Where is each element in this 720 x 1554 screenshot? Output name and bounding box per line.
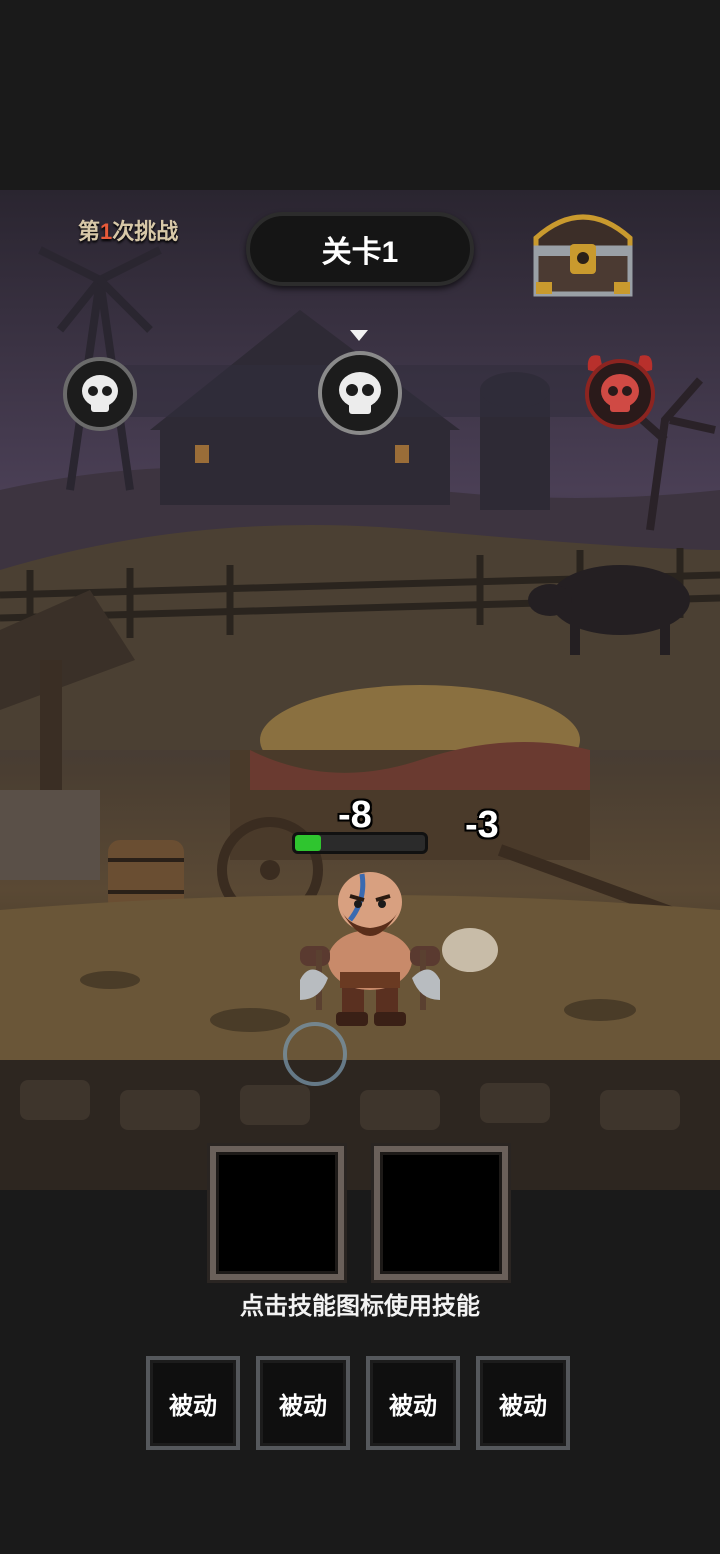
skill-usage-hint: 点击技能图标使用技能 [240, 1293, 480, 1320]
damage-number: -3 [465, 804, 499, 846]
passive-skill-slot-4[interactable]: 被动 [476, 1356, 570, 1450]
level-title: 关卡1 [246, 212, 474, 286]
active-skill-slot-1[interactable] [210, 1146, 344, 1280]
stage-node-1-skull-icon[interactable] [62, 356, 138, 432]
challenge-suffix: 次挑战 [112, 219, 179, 244]
passive-skill-slot-2[interactable]: 被动 [256, 1356, 350, 1450]
passive-skill-slot-3[interactable]: 被动 [366, 1356, 460, 1450]
stage-node-2-skull-icon[interactable] [317, 350, 403, 436]
damage-number: -8 [338, 794, 372, 836]
hero-hp-bar [292, 832, 428, 854]
treasure-chest-icon[interactable] [528, 200, 638, 300]
hero-hp-fill [295, 835, 321, 851]
game-screen: 第1次挑战 关卡1 -8 -3 点击技能图标使用技能 被动 被动 被动 被动 [0, 0, 720, 1554]
stage-node-boss-demon-skull-icon[interactable] [578, 348, 662, 432]
active-skill-slot-2[interactable] [374, 1146, 508, 1280]
passive-skill-slot-1[interactable]: 被动 [146, 1356, 240, 1450]
challenge-number: 1 [100, 219, 113, 244]
target-ring-indicator [283, 1022, 347, 1086]
challenge-prefix: 第 [78, 219, 101, 244]
current-stage-marker-icon [350, 330, 368, 341]
challenge-count-label: 第1次挑战 [78, 214, 178, 246]
barbarian-hero-character[interactable] [270, 860, 470, 1040]
